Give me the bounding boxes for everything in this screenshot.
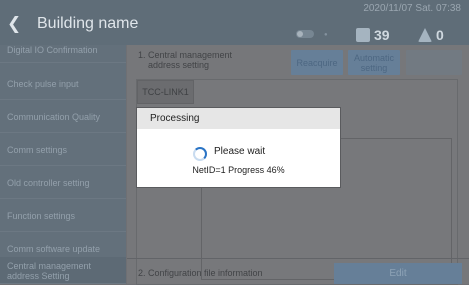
power-status-badge[interactable]: 39	[356, 26, 390, 44]
reacquire-button[interactable]: Reacquire	[291, 50, 343, 75]
sidebar-item-check-pulse[interactable]: Check pulse input	[0, 68, 126, 100]
page-title: Building name	[37, 15, 139, 32]
tab-tcc-link1[interactable]: TCC-LINK1	[137, 80, 194, 104]
warning-icon	[418, 28, 432, 42]
power-count: 39	[374, 27, 390, 43]
automatic-setting-button[interactable]: Automatic setting	[348, 50, 400, 75]
sidebar-item-digital-io[interactable]: Digital IO Confirmation	[0, 45, 126, 63]
processing-dialog: Processing Please wait NetID=1 Progress …	[136, 107, 341, 188]
status-dot-icon: ●	[324, 32, 328, 38]
sidebar-item-central-management[interactable]: Central management address Setting	[0, 257, 126, 284]
header-bar: ❮ Building name 2020/11/07 Sat. 07:38 ● …	[0, 0, 469, 45]
disabled-button[interactable]	[406, 50, 462, 75]
sidebar: Digital IO Confirmation Check pulse inpu…	[0, 45, 126, 284]
loading-spinner-icon	[193, 147, 207, 161]
dialog-title: Processing	[137, 108, 340, 129]
toggle-switch[interactable]	[296, 30, 314, 38]
sidebar-item-comm-settings[interactable]: Comm settings	[0, 134, 126, 166]
datetime-display: 2020/11/07 Sat. 07:38	[363, 3, 461, 14]
progress-text: NetID=1 Progress 46%	[192, 165, 285, 175]
alert-count: 0	[436, 27, 444, 43]
sidebar-item-communication-quality[interactable]: Communication Quality	[0, 101, 126, 133]
dialog-message: Please wait	[214, 146, 266, 157]
section2-label: 2. Configuration file information	[138, 268, 263, 278]
section1-label: 1. Central management address setting	[138, 50, 233, 70]
power-icon	[356, 28, 370, 42]
divider	[127, 258, 469, 259]
back-chevron-icon[interactable]: ❮	[7, 14, 27, 34]
sidebar-item-function-settings[interactable]: Function settings	[0, 200, 126, 232]
sidebar-item-old-controller[interactable]: Old controller setting	[0, 167, 126, 199]
edit-button[interactable]: Edit	[334, 263, 462, 284]
alert-status-badge[interactable]: 0	[418, 26, 444, 44]
